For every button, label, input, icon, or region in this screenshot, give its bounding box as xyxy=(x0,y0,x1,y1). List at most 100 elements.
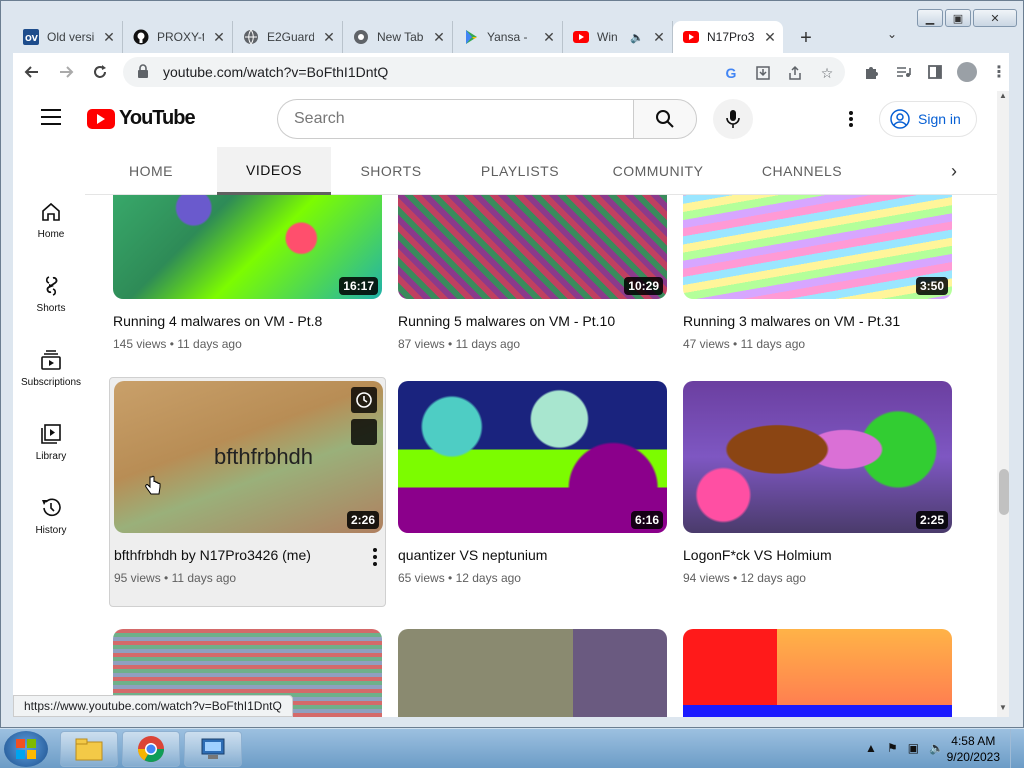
extensions-icon[interactable] xyxy=(861,62,881,82)
video-thumbnail[interactable] xyxy=(683,629,952,717)
start-button[interactable] xyxy=(4,731,48,767)
forward-button[interactable] xyxy=(51,57,81,87)
speaker-icon[interactable]: 🔈 xyxy=(630,31,644,44)
video-title[interactable]: LogonF*ck VS Holmium xyxy=(683,547,953,563)
video-menu-icon[interactable] xyxy=(373,548,379,566)
reload-button[interactable] xyxy=(85,57,115,87)
video-thumbnail[interactable]: 3:50 xyxy=(683,195,952,299)
view-count: 94 views xyxy=(683,571,730,585)
close-window-button[interactable]: ✕ xyxy=(973,9,1017,27)
video-thumbnail[interactable]: 6:16 xyxy=(398,381,667,533)
browser-tab[interactable]: OV Old versi ✕ xyxy=(13,21,123,53)
scroll-up-icon[interactable]: ▲ xyxy=(997,91,1009,105)
guide-item-history[interactable]: History xyxy=(13,479,89,553)
add-to-queue-icon[interactable] xyxy=(351,419,377,445)
page-scrollbar[interactable]: ▲ ▼ xyxy=(997,91,1009,717)
video-grid: 16:17 Running 4 malwares on VM - Pt.8 14… xyxy=(89,195,997,717)
video-title[interactable]: Running 5 malwares on VM - Pt.10 xyxy=(398,313,668,329)
video-thumbnail[interactable] xyxy=(398,629,667,717)
search-input[interactable]: Search xyxy=(277,99,635,139)
video-card[interactable]: 3:50 Running 3 malwares on VM - Pt.31 47… xyxy=(683,195,953,351)
upload-age: 11 days ago xyxy=(171,571,237,585)
tab-channels[interactable]: CHANNELS xyxy=(727,147,877,195)
guide-item-shorts[interactable]: Shorts xyxy=(13,257,89,331)
scroll-down-icon[interactable]: ▼ xyxy=(997,703,1009,717)
search-button[interactable] xyxy=(633,99,697,139)
clock[interactable]: 4:58 AM 9/20/2023 xyxy=(947,733,1000,765)
google-icon[interactable]: G xyxy=(721,63,741,83)
video-card[interactable]: 16:17 Running 4 malwares on VM - Pt.8 14… xyxy=(113,195,383,351)
video-card[interactable]: 6:16 quantizer VS neptunium 65 views • 1… xyxy=(398,381,668,585)
browser-tab[interactable]: Win 🔈 ✕ xyxy=(563,21,673,53)
browser-tab[interactable]: E2Guard ✕ xyxy=(233,21,343,53)
youtube-play-icon xyxy=(87,108,115,129)
video-card[interactable]: 2:25 LogonF*ck VS Holmium 94 views • 12 … xyxy=(683,381,953,585)
show-desktop-button[interactable] xyxy=(1010,729,1024,768)
network-icon[interactable]: ▣ xyxy=(908,741,919,755)
video-title[interactable]: bfthfrbhdh by N17Pro3426 (me) xyxy=(114,547,381,563)
guide-item-subscriptions[interactable]: Subscriptions xyxy=(13,331,89,405)
video-title[interactable]: Running 3 malwares on VM - Pt.31 xyxy=(683,313,953,329)
tab-playlists[interactable]: PLAYLISTS xyxy=(451,147,589,195)
youtube-masthead: YouTube Search Sign in xyxy=(13,91,997,147)
tab-title: Old versi xyxy=(47,30,94,44)
close-tab-icon[interactable]: ✕ xyxy=(432,29,446,46)
tab-home[interactable]: HOME xyxy=(85,147,217,195)
video-thumbnail[interactable]: 10:29 xyxy=(398,195,667,299)
url-text[interactable]: youtube.com/watch?v=BoFthI1DntQ xyxy=(163,64,388,80)
video-thumbnail[interactable]: bfthfrbhdh 2:26 xyxy=(114,381,383,533)
video-card[interactable] xyxy=(398,629,668,717)
video-title[interactable]: Running 4 malwares on VM - Pt.8 xyxy=(113,313,383,329)
video-thumbnail[interactable]: 2:25 xyxy=(683,381,952,533)
volume-icon[interactable]: 🔈 xyxy=(929,741,944,755)
close-tab-icon[interactable]: ✕ xyxy=(102,29,116,46)
scroll-thumb[interactable] xyxy=(999,469,1009,515)
video-title[interactable]: quantizer VS neptunium xyxy=(398,547,668,563)
taskbar-remote-desktop[interactable] xyxy=(184,731,242,767)
video-card[interactable]: 10:29 Running 5 malwares on VM - Pt.10 8… xyxy=(398,195,668,351)
action-center-icon[interactable]: ⚑ xyxy=(887,741,898,755)
taskbar-chrome[interactable] xyxy=(122,731,180,767)
install-icon[interactable] xyxy=(753,63,773,83)
back-button[interactable] xyxy=(17,57,47,87)
settings-menu-icon[interactable] xyxy=(841,109,861,129)
video-card[interactable] xyxy=(683,629,953,717)
address-bar[interactable]: youtube.com/watch?v=BoFthI1DntQ G ☆ xyxy=(123,57,845,87)
meta-separator: • xyxy=(733,337,738,351)
watch-later-icon[interactable] xyxy=(351,387,377,413)
close-tab-icon[interactable]: ✕ xyxy=(322,29,336,46)
browser-menu-icon[interactable]: ⋮ xyxy=(989,62,1009,82)
bookmark-star-icon[interactable]: ☆ xyxy=(817,63,837,83)
guide-menu-icon[interactable] xyxy=(41,109,61,125)
lock-icon[interactable] xyxy=(137,63,151,81)
show-hidden-icons-icon[interactable]: ▲ xyxy=(865,741,877,755)
tab-shorts[interactable]: SHORTS xyxy=(331,147,451,195)
new-tab-button[interactable]: + xyxy=(791,23,821,53)
maximize-button[interactable]: ▣ xyxy=(945,9,971,27)
tab-community[interactable]: COMMUNITY xyxy=(589,147,727,195)
voice-search-button[interactable] xyxy=(713,99,753,139)
minimize-button[interactable]: ▁ xyxy=(917,9,943,27)
close-tab-icon[interactable]: ✕ xyxy=(652,29,666,46)
share-icon[interactable] xyxy=(785,63,805,83)
close-tab-icon[interactable]: ✕ xyxy=(212,29,226,46)
tab-search-chevron-icon[interactable]: ⌄ xyxy=(887,27,897,41)
browser-tab[interactable]: New Tab ✕ xyxy=(343,21,453,53)
tab-videos[interactable]: VIDEOS xyxy=(217,147,331,195)
close-tab-icon[interactable]: ✕ xyxy=(763,29,777,46)
browser-tab[interactable]: Yansa - ✕ xyxy=(453,21,563,53)
chevron-right-icon[interactable]: › xyxy=(951,161,957,182)
sign-in-button[interactable]: Sign in xyxy=(879,101,977,137)
media-control-icon[interactable] xyxy=(893,62,913,82)
guide-item-library[interactable]: Library xyxy=(13,405,89,479)
browser-tab-active[interactable]: N17Pro3 ✕ xyxy=(673,21,783,53)
browser-tab[interactable]: PROXY-t ✕ xyxy=(123,21,233,53)
upload-age: 11 days ago xyxy=(740,337,806,351)
video-thumbnail[interactable]: 16:17 xyxy=(113,195,382,299)
close-tab-icon[interactable]: ✕ xyxy=(542,29,556,46)
side-panel-icon[interactable] xyxy=(925,62,945,82)
taskbar-explorer[interactable] xyxy=(60,731,118,767)
profile-avatar[interactable] xyxy=(957,62,977,82)
guide-item-home[interactable]: Home xyxy=(13,183,89,257)
youtube-logo[interactable]: YouTube xyxy=(87,107,196,130)
